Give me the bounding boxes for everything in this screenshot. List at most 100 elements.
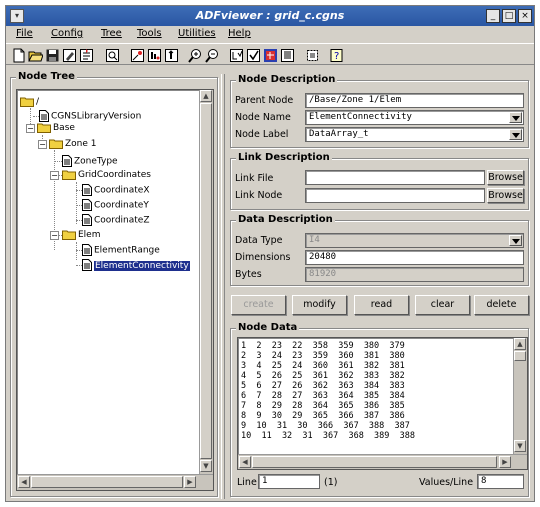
tree-node-elem[interactable]: Elem bbox=[62, 229, 101, 241]
data-vscroll-thumb[interactable] bbox=[514, 351, 526, 361]
link-description-title: Link Description bbox=[236, 152, 332, 163]
chevron-down-icon[interactable] bbox=[509, 112, 522, 123]
tree-horizontal-scrollbar[interactable]: ◀ ▶ bbox=[17, 474, 213, 490]
scroll-left-icon[interactable]: ◀ bbox=[239, 456, 251, 468]
zoom-out-icon[interactable] bbox=[204, 47, 221, 64]
menu-tools[interactable]: Tools bbox=[137, 28, 162, 39]
line-field[interactable]: 1 bbox=[258, 474, 320, 489]
link-icon[interactable] bbox=[129, 47, 146, 64]
node-tree[interactable]: / CGNSLibraryVersion − Base − Zone 1 Zon… bbox=[16, 89, 214, 491]
scroll-left-icon[interactable]: ◀ bbox=[18, 476, 30, 488]
node-name-label: Node Name bbox=[235, 112, 291, 123]
tree-node-elementrange[interactable]: ElementRange bbox=[76, 244, 160, 256]
data-type-select[interactable]: I4 bbox=[305, 233, 524, 248]
menu-tree[interactable]: Tree bbox=[101, 28, 122, 39]
modify-button[interactable]: modify bbox=[292, 295, 347, 315]
node-description-title: Node Description bbox=[236, 74, 338, 85]
tree-node-elementconnectivity[interactable]: ElementConnectivity bbox=[76, 259, 190, 271]
data-line: 10 11 32 31 367 368 389 388 bbox=[241, 431, 415, 441]
link-node-field[interactable] bbox=[305, 188, 485, 203]
scroll-right-icon[interactable]: ▶ bbox=[499, 456, 511, 468]
save-as-icon[interactable] bbox=[61, 47, 78, 64]
read-button[interactable]: read bbox=[354, 295, 409, 315]
window-title: ADFviewer : grid_c.cgns bbox=[195, 9, 345, 22]
open-folder-icon[interactable] bbox=[27, 47, 44, 64]
tree-collapse-zone[interactable]: − bbox=[38, 140, 47, 149]
document-icon bbox=[82, 199, 92, 211]
scroll-down-icon[interactable]: ▼ bbox=[514, 440, 526, 452]
data-hscroll-thumb[interactable] bbox=[252, 456, 497, 468]
clear-button[interactable]: clear bbox=[415, 295, 470, 315]
settings-icon[interactable] bbox=[304, 47, 321, 64]
data-horizontal-scrollbar[interactable]: ◀ ▶ bbox=[238, 454, 527, 469]
folder-icon bbox=[20, 97, 34, 107]
chevron-down-icon[interactable] bbox=[509, 129, 522, 140]
tree-node-coordinatex[interactable]: CoordinateX bbox=[76, 184, 150, 196]
folder-icon bbox=[37, 123, 51, 133]
chevron-down-icon[interactable] bbox=[509, 235, 522, 246]
node-name-value: ElementConnectivity bbox=[309, 112, 412, 122]
panel-splitter[interactable] bbox=[221, 74, 225, 499]
print-icon[interactable] bbox=[78, 47, 95, 64]
save-icon[interactable] bbox=[44, 47, 61, 64]
create-button[interactable]: create bbox=[231, 295, 286, 315]
data-vertical-scrollbar[interactable]: ▲ ▼ bbox=[513, 338, 527, 454]
link-node-browse-button[interactable]: Browse bbox=[487, 188, 524, 203]
color-icon[interactable] bbox=[262, 47, 279, 64]
validate-icon[interactable] bbox=[245, 47, 262, 64]
folder-icon bbox=[49, 139, 63, 149]
tree-node-root[interactable]: / bbox=[20, 96, 39, 108]
data-line: 3 4 25 24 360 361 382 381 bbox=[241, 361, 405, 371]
scroll-down-icon[interactable]: ▼ bbox=[200, 460, 212, 472]
parent-node-field[interactable]: /Base/Zone 1/Elem bbox=[305, 93, 524, 108]
find-icon[interactable] bbox=[104, 47, 121, 64]
menu-file[interactable]: File bbox=[16, 28, 33, 39]
tree-node-gridcoordinates[interactable]: GridCoordinates bbox=[62, 169, 151, 181]
minimize-button[interactable]: _ bbox=[486, 9, 500, 23]
tree-node-coordinatez[interactable]: CoordinateZ bbox=[76, 214, 150, 226]
link-file-label: Link File bbox=[235, 173, 274, 184]
step-icon[interactable] bbox=[163, 47, 180, 64]
check-icon[interactable] bbox=[228, 47, 245, 64]
title-bar[interactable]: ▾ ADFviewer : grid_c.cgns _ □ × bbox=[6, 6, 534, 26]
node-data-title: Node Data bbox=[236, 322, 300, 333]
help-icon[interactable]: ? bbox=[328, 47, 345, 64]
scroll-up-icon[interactable]: ▲ bbox=[200, 90, 212, 102]
tree-vertical-scrollbar[interactable]: ▲ ▼ bbox=[199, 90, 213, 474]
tree-hscroll-thumb[interactable] bbox=[31, 476, 183, 488]
tree-node-coordinatey[interactable]: CoordinateY bbox=[76, 199, 149, 211]
app-window: ▾ ADFviewer : grid_c.cgns _ □ × File Con… bbox=[5, 5, 535, 502]
zoom-in-icon[interactable] bbox=[187, 47, 204, 64]
tree-collapse-base[interactable]: − bbox=[26, 124, 35, 133]
tree-collapse-gridcoordinates[interactable]: − bbox=[50, 171, 59, 180]
values-per-line-label: Values/Line bbox=[419, 477, 474, 488]
data-line: 6 7 28 27 363 364 385 384 bbox=[241, 391, 405, 401]
tree-node-zone[interactable]: Zone 1 bbox=[49, 138, 97, 150]
values-per-line-field[interactable]: 8 bbox=[477, 474, 524, 489]
data-line: 5 6 27 26 362 363 384 383 bbox=[241, 381, 405, 391]
scroll-right-icon[interactable]: ▶ bbox=[184, 476, 196, 488]
delete-button[interactable]: delete bbox=[474, 295, 529, 315]
menu-config[interactable]: Config bbox=[51, 28, 83, 39]
node-label-select[interactable]: DataArray_t bbox=[305, 127, 524, 142]
link-file-browse-button[interactable]: Browse bbox=[487, 170, 524, 185]
tree-vscroll-thumb[interactable] bbox=[200, 103, 212, 459]
node-data-area[interactable]: 1 2 23 22 358 359 380 379 2 3 24 23 359 … bbox=[237, 337, 528, 470]
dimensions-field[interactable]: 20480 bbox=[305, 250, 524, 265]
tree-node-base[interactable]: Base bbox=[37, 122, 75, 134]
tree-node-zonetype[interactable]: ZoneType bbox=[62, 155, 118, 167]
node-name-select[interactable]: ElementConnectivity bbox=[305, 110, 524, 125]
menu-help[interactable]: Help bbox=[228, 28, 251, 39]
folder-icon bbox=[62, 230, 76, 240]
link-file-field[interactable] bbox=[305, 170, 485, 185]
list-icon[interactable] bbox=[279, 47, 296, 64]
new-file-icon[interactable] bbox=[10, 47, 27, 64]
scroll-up-icon[interactable]: ▲ bbox=[514, 338, 526, 350]
maximize-button[interactable]: □ bbox=[502, 9, 516, 23]
info-icon[interactable] bbox=[146, 47, 163, 64]
close-button[interactable]: × bbox=[518, 9, 532, 23]
tree-collapse-elem[interactable]: − bbox=[50, 231, 59, 240]
menu-utilities[interactable]: Utilities bbox=[178, 28, 216, 39]
line-label: Line bbox=[237, 477, 257, 488]
tree-node-cgnslibraryversion[interactable]: CGNSLibraryVersion bbox=[33, 110, 141, 122]
